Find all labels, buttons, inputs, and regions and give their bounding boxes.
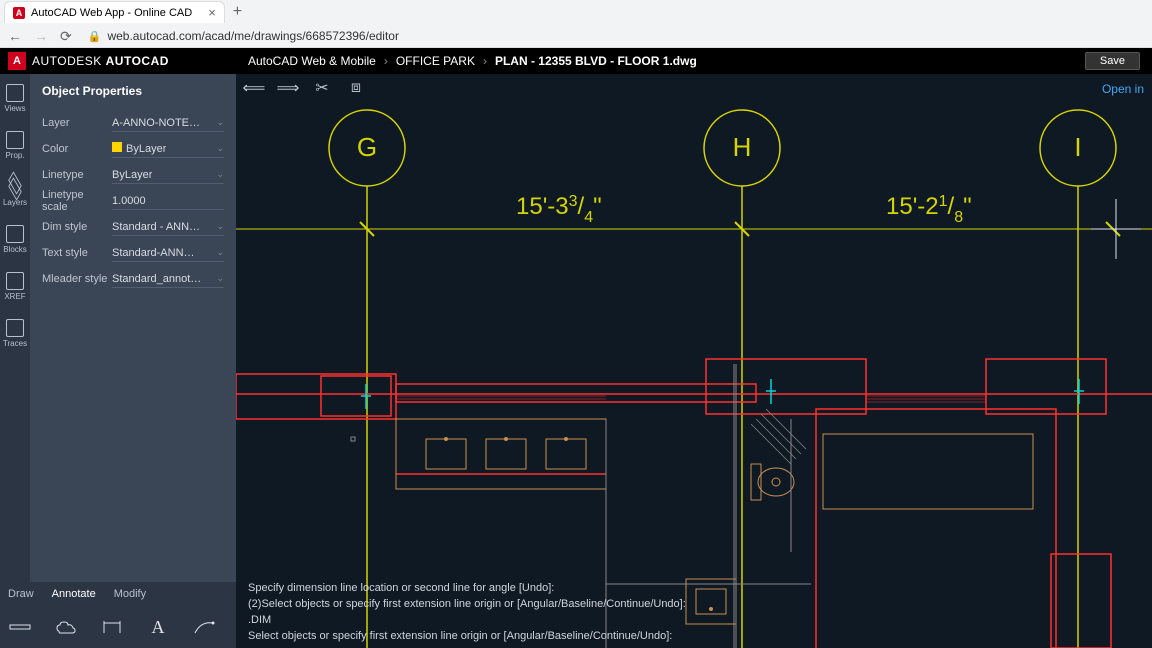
app-logo: A [8, 52, 26, 70]
main-area: Views Prop. Layers Blocks XREF Traces Ob… [0, 74, 1152, 648]
prop-layer[interactable]: LayerA-ANNO-NOTE FUR...⌄ [42, 110, 224, 136]
new-tab-button[interactable]: + [233, 3, 242, 21]
url-field[interactable]: 🔒 web.autocad.com/acad/me/drawings/66857… [84, 29, 1144, 43]
select-button[interactable]: ✂ [312, 78, 332, 98]
breadcrumb-file[interactable]: PLAN - 12355 BLVD - FLOOR 1.dwg [495, 54, 697, 68]
chevron-down-icon: ⌄ [216, 169, 224, 180]
chevron-down-icon: ⌄ [216, 247, 224, 258]
forward-button[interactable]: → [34, 28, 48, 44]
drawing-canvas[interactable]: ⟸ ⟹ ✂ ⧈ Open in G H I 15 [236, 74, 1152, 648]
text-icon[interactable]: A [146, 615, 170, 639]
lock-icon: 🔒 [88, 30, 102, 43]
prop-text-style[interactable]: Text styleStandard-ANNOTAT...⌄ [42, 240, 224, 266]
dimension-linear-icon[interactable] [8, 615, 32, 639]
rail-views[interactable]: Views [4, 84, 25, 113]
breadcrumb-bar: AutoCAD Web & Mobile › OFFICE PARK › PLA… [236, 48, 1152, 74]
brand-text: AUTODESK AUTOCAD [32, 54, 169, 68]
close-icon[interactable]: × [208, 5, 216, 20]
favicon: A [13, 7, 25, 19]
chevron-down-icon: ⌄ [216, 143, 224, 154]
rail-traces[interactable]: Traces [3, 319, 27, 348]
rail-properties[interactable]: Prop. [5, 131, 24, 160]
dimension-icon[interactable] [100, 615, 124, 639]
svg-text:I: I [1074, 132, 1081, 162]
prop-dim-style[interactable]: Dim styleStandard - ANNOTA...⌄ [42, 214, 224, 240]
tab-annotate[interactable]: Annotate [52, 588, 96, 600]
svg-text:15'-21/8": 15'-21/8" [886, 193, 972, 226]
leader-icon[interactable] [192, 615, 216, 639]
chevron-down-icon: ⌄ [216, 221, 224, 232]
bottom-tabs: Draw Annotate Modify [0, 582, 236, 606]
chevron-right-icon: › [384, 54, 388, 68]
panel-title: Object Properties [42, 84, 224, 98]
open-in-link[interactable]: Open in [1102, 82, 1144, 96]
rail-blocks[interactable]: Blocks [3, 225, 27, 254]
back-button[interactable]: ← [8, 28, 22, 44]
color-chip [112, 142, 122, 152]
browser-chrome: A AutoCAD Web App - Online CAD × + ← → ⟳… [0, 0, 1152, 48]
bottom-tools: A [0, 606, 236, 648]
breadcrumb-root[interactable]: AutoCAD Web & Mobile [248, 54, 376, 68]
prop-linetype-scale[interactable]: Linetype scale1.0000 [42, 188, 224, 214]
breadcrumb-folder[interactable]: OFFICE PARK [396, 54, 475, 68]
url-text: web.autocad.com/acad/me/drawings/6685723… [107, 29, 399, 43]
browser-tab[interactable]: A AutoCAD Web App - Online CAD × [4, 1, 225, 23]
svg-text:H: H [733, 132, 752, 162]
chevron-down-icon: ⌄ [216, 117, 224, 128]
prop-color[interactable]: ColorByLayer⌄ [42, 136, 224, 162]
svg-text:15'-33/4": 15'-33/4" [516, 193, 602, 226]
svg-text:G: G [357, 132, 377, 162]
chevron-down-icon: ⌄ [216, 273, 224, 284]
tab-draw[interactable]: Draw [8, 588, 34, 600]
tab-bar: A AutoCAD Web App - Online CAD × + [0, 0, 1152, 24]
left-rail: Views Prop. Layers Blocks XREF Traces [0, 74, 30, 648]
cloud-icon[interactable] [54, 615, 78, 639]
breadcrumb: AutoCAD Web & Mobile › OFFICE PARK › PLA… [248, 54, 697, 68]
cad-drawing[interactable]: G H I 15'-33/4" 15'-21/8" [236, 74, 1152, 648]
rail-layers[interactable]: Layers [3, 178, 27, 207]
prop-mleader-style[interactable]: Mleader styleStandard_annotati...⌄ [42, 266, 224, 292]
reload-button[interactable]: ⟳ [60, 28, 72, 45]
search-button[interactable]: ⧈ [346, 78, 366, 98]
rail-xref[interactable]: XREF [4, 272, 25, 301]
canvas-toolbar: ⟸ ⟹ ✂ ⧈ [244, 78, 366, 98]
tab-modify[interactable]: Modify [114, 588, 146, 600]
prop-linetype[interactable]: LinetypeByLayer⌄ [42, 162, 224, 188]
command-output: Specify dimension line location or secon… [236, 576, 1152, 648]
address-bar: ← → ⟳ 🔒 web.autocad.com/acad/me/drawings… [0, 24, 1152, 48]
save-button[interactable]: Save [1085, 52, 1140, 70]
properties-panel: Object Properties LayerA-ANNO-NOTE FUR..… [30, 74, 236, 648]
tab-title: AutoCAD Web App - Online CAD [31, 7, 192, 19]
undo-button[interactable]: ⟸ [244, 78, 264, 98]
redo-button[interactable]: ⟹ [278, 78, 298, 98]
chevron-right-icon: › [483, 54, 487, 68]
